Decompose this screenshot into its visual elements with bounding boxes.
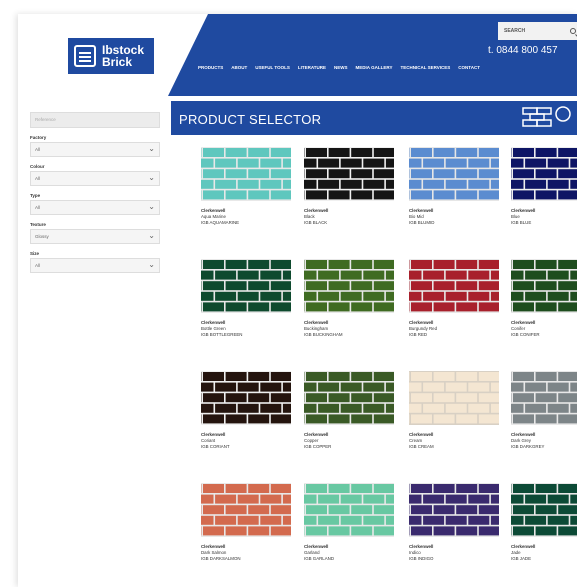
brick-swatch-image[interactable] bbox=[511, 371, 577, 425]
product-card[interactable]: Clerkenwell Jade IGB JADE bbox=[511, 483, 577, 562]
logo-emblem-icon bbox=[74, 45, 96, 67]
product-card[interactable]: Clerkenwell Dark Grey IGB DARKGREY bbox=[511, 371, 577, 450]
product-card[interactable]: Clerkenwell Conifer IGB CONIFER bbox=[511, 259, 577, 338]
brick-swatch-image[interactable] bbox=[201, 483, 291, 537]
brick-swatch-image[interactable] bbox=[409, 147, 499, 201]
filter-label: Type bbox=[30, 193, 41, 198]
product-code: IGB CORIANT bbox=[201, 444, 230, 449]
brick-swatch-image[interactable] bbox=[304, 259, 394, 313]
nav-item-products[interactable]: PRODUCTS bbox=[198, 65, 223, 70]
search-label: SEARCH bbox=[504, 28, 526, 34]
brick-swatch-image[interactable] bbox=[304, 483, 394, 537]
filter-label: Texture bbox=[30, 222, 46, 227]
product-card[interactable]: Clerkenwell Copper IGB COPPER bbox=[304, 371, 394, 450]
brick-swatch-image[interactable] bbox=[511, 259, 577, 313]
filter-colour: Colour All bbox=[30, 164, 166, 186]
product-code: IGB CONIFER bbox=[511, 332, 540, 337]
brick-swatch-image[interactable] bbox=[304, 371, 394, 425]
product-code: IGB INDIGO bbox=[409, 556, 434, 561]
colour-select[interactable]: All bbox=[30, 171, 160, 186]
nav-item-about[interactable]: ABOUT bbox=[231, 65, 247, 70]
product-code: IGB BLUMID bbox=[409, 220, 435, 225]
brick-swatch-image[interactable] bbox=[409, 259, 499, 313]
product-code: IGB DARKSALMON bbox=[201, 556, 241, 561]
ibstock-logo[interactable]: Ibstock Brick bbox=[68, 38, 154, 74]
product-card[interactable]: Clerkenwell Garland IGB GARLAND bbox=[304, 483, 394, 562]
product-card[interactable]: Clerkenwell Aqua Marine IGB AQUAMARINE bbox=[201, 147, 291, 226]
brick-swatch-image[interactable] bbox=[201, 371, 291, 425]
product-card[interactable]: Clerkenwell Burgundy Red IGB RED bbox=[409, 259, 499, 338]
factory-select[interactable]: All bbox=[30, 142, 160, 157]
filter-factory: Factory All bbox=[30, 135, 166, 157]
product-card[interactable]: Clerkenwell Dark Salmon IGB DARKSALMON bbox=[201, 483, 291, 562]
filter-label: Colour bbox=[30, 164, 45, 169]
brick-swatch-image[interactable] bbox=[511, 483, 577, 537]
brick-swatch-image[interactable] bbox=[511, 147, 577, 201]
nav-item-media-gallery[interactable]: MEDIA GALLERY bbox=[356, 65, 393, 70]
product-code: IGB BUCKINGHAM bbox=[304, 332, 343, 337]
product-code: IGB CREAM bbox=[409, 444, 434, 449]
texture-select[interactable]: Glossy bbox=[30, 229, 160, 244]
logo-text: Ibstock Brick bbox=[102, 44, 144, 68]
filter-label: Size bbox=[30, 251, 40, 256]
nav-item-technical-services[interactable]: TECHNICAL SERVICES bbox=[400, 65, 450, 70]
product-code: IGB AQUAMARINE bbox=[201, 220, 240, 225]
product-card[interactable]: Clerkenwell Buckingham IGB BUCKINGHAM bbox=[304, 259, 394, 338]
product-card[interactable]: Clerkenwell Blue IGB BLUE bbox=[511, 147, 577, 226]
brick-swatch-image[interactable] bbox=[304, 147, 394, 201]
type-select[interactable]: All bbox=[30, 200, 160, 215]
product-card[interactable]: Clerkenwell Bottle Green IGB BOTTLEGREEN bbox=[201, 259, 291, 338]
nav-item-literature[interactable]: LITERATURE bbox=[298, 65, 326, 70]
product-code: IGB GARLAND bbox=[304, 556, 335, 561]
nav-item-contact[interactable]: CONTACT bbox=[458, 65, 480, 70]
product-card[interactable]: Clerkenwell Bio Mid IGB BLUMID bbox=[409, 147, 499, 226]
reference-input[interactable]: Reference bbox=[30, 112, 160, 128]
filter-label: Factory bbox=[30, 135, 47, 140]
brick-swatch-image[interactable] bbox=[201, 147, 291, 201]
nav-item-useful-tools[interactable]: USEFUL TOOLS bbox=[255, 65, 290, 70]
product-card[interactable]: Clerkenwell Black IGB BLACK bbox=[304, 147, 394, 226]
filter-size: Size All bbox=[30, 251, 166, 273]
product-card[interactable]: Clerkenwell Cream IGB CREAM bbox=[409, 371, 499, 450]
brick-swatch-image[interactable] bbox=[201, 259, 291, 313]
filter-texture: Texture Glossy bbox=[30, 222, 166, 244]
product-code: IGB COPPER bbox=[304, 444, 332, 449]
search-input[interactable]: SEARCH bbox=[498, 22, 577, 40]
product-code: IGB RED bbox=[409, 332, 428, 337]
product-selector-bar: PRODUCT SELECTOR bbox=[171, 101, 577, 135]
search-icon[interactable] bbox=[570, 28, 576, 34]
filter-type: Type All bbox=[30, 193, 166, 215]
product-code: IGB BLACK bbox=[304, 220, 328, 225]
brick-swatch-image[interactable] bbox=[409, 483, 499, 537]
page-title: PRODUCT SELECTOR bbox=[179, 112, 322, 127]
nav-item-news[interactable]: NEWS bbox=[334, 65, 348, 70]
brick-swatch-image[interactable] bbox=[409, 371, 499, 425]
filter-sidebar: Reference Factory All Colour All Type Al… bbox=[30, 112, 166, 273]
phone-number[interactable]: t. 0844 800 457 bbox=[488, 45, 558, 56]
product-code: IGB DARKGREY bbox=[511, 444, 545, 449]
product-card[interactable]: Clerkenwell Indico IGB INDIGO bbox=[409, 483, 499, 562]
main-nav: PRODUCTS ABOUT USEFUL TOOLS LITERATURE N… bbox=[198, 65, 480, 70]
site-header: Ibstock Brick SEARCH t. 0844 800 457 PRO… bbox=[18, 14, 577, 96]
product-code: IGB BOTTLEGREEN bbox=[201, 332, 243, 337]
product-card[interactable]: Clerkenwell Coriant IGB CORIANT bbox=[201, 371, 291, 450]
logo-line-2: Brick bbox=[102, 55, 133, 69]
size-select[interactable]: All bbox=[30, 258, 160, 273]
page-frame: Ibstock Brick SEARCH t. 0844 800 457 PRO… bbox=[18, 14, 577, 587]
product-code: IGB JADE bbox=[511, 556, 532, 561]
brick-wall-icon bbox=[522, 106, 571, 127]
product-code: IGB BLUE bbox=[511, 220, 532, 225]
